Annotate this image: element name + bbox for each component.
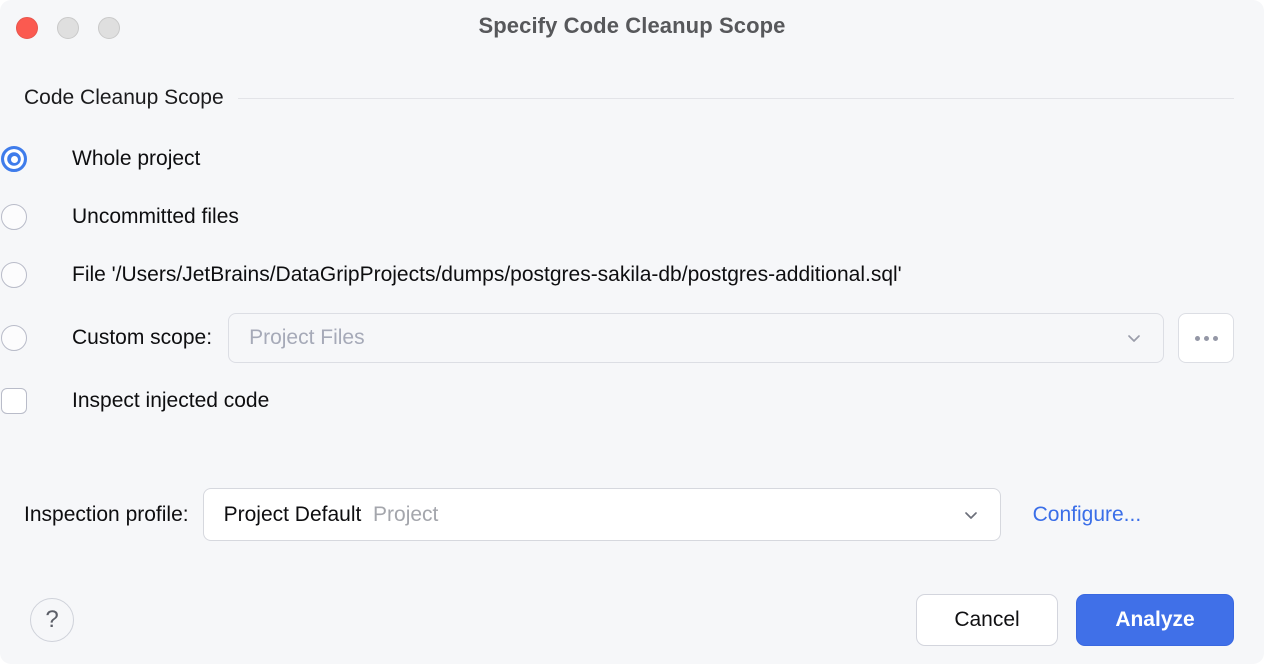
radio-icon-uncommitted-files[interactable] — [1, 204, 27, 230]
scope-group-header: Code Cleanup Scope — [24, 86, 1234, 110]
custom-scope-value: Project Files — [249, 326, 365, 349]
radio-icon-file[interactable] — [1, 262, 27, 288]
radio-option-uncommitted-files[interactable]: Uncommitted files — [1, 188, 1264, 246]
radio-label-uncommitted-files: Uncommitted files — [72, 205, 239, 228]
radio-icon-custom-scope[interactable] — [1, 325, 27, 351]
checkbox-label-inspect-injected-code: Inspect injected code — [72, 389, 270, 412]
configure-link[interactable]: Configure... — [1033, 503, 1142, 527]
radio-label-file: File '/Users/JetBrains/DataGripProjects/… — [72, 263, 902, 286]
inspection-profile-value-secondary: Project — [373, 502, 439, 526]
browse-scope-button[interactable] — [1178, 313, 1234, 363]
scope-options-list: Whole project Uncommitted files File '/U… — [0, 130, 1264, 430]
radio-label-custom-scope: Custom scope: — [72, 326, 213, 349]
ellipsis-dot-icon — [1203, 335, 1209, 341]
inspection-profile-label: Inspection profile: — [24, 502, 189, 526]
inspection-profile-value: Project Default Project — [224, 503, 962, 527]
group-separator — [237, 97, 1234, 99]
inspection-profile-dropdown[interactable]: Project Default Project — [202, 488, 1001, 541]
analyze-button[interactable]: Analyze — [1076, 594, 1234, 646]
specify-code-cleanup-scope-dialog: Specify Code Cleanup Scope Code Cleanup … — [0, 0, 1264, 664]
question-mark-icon: ? — [45, 606, 59, 633]
chevron-down-icon — [1125, 329, 1143, 347]
title-bar: Specify Code Cleanup Scope — [0, 0, 1264, 56]
cancel-button[interactable]: Cancel — [916, 594, 1058, 646]
radio-option-custom-scope[interactable]: Custom scope: Project Files — [1, 304, 1264, 372]
checkbox-icon-inspect-injected-code[interactable] — [1, 388, 27, 414]
ellipsis-dot-icon — [1212, 335, 1218, 341]
scope-group-title: Code Cleanup Scope — [24, 86, 224, 109]
radio-option-file[interactable]: File '/Users/JetBrains/DataGripProjects/… — [1, 246, 1264, 304]
dialog-footer: ? Cancel Analyze — [0, 576, 1264, 664]
window-title: Specify Code Cleanup Scope — [478, 13, 786, 38]
inspection-profile-row: Inspection profile: Project Default Proj… — [24, 488, 1234, 541]
custom-scope-dropdown[interactable]: Project Files — [228, 313, 1164, 363]
checkbox-inspect-injected-code[interactable]: Inspect injected code — [1, 372, 1264, 430]
radio-option-whole-project[interactable]: Whole project — [1, 130, 1264, 188]
inspection-profile-value-primary: Project Default — [223, 502, 362, 526]
radio-label-whole-project: Whole project — [72, 147, 201, 170]
radio-icon-whole-project[interactable] — [1, 146, 27, 172]
chevron-down-icon — [962, 506, 980, 524]
help-button[interactable]: ? — [30, 598, 74, 642]
ellipsis-dot-icon — [1194, 335, 1200, 341]
